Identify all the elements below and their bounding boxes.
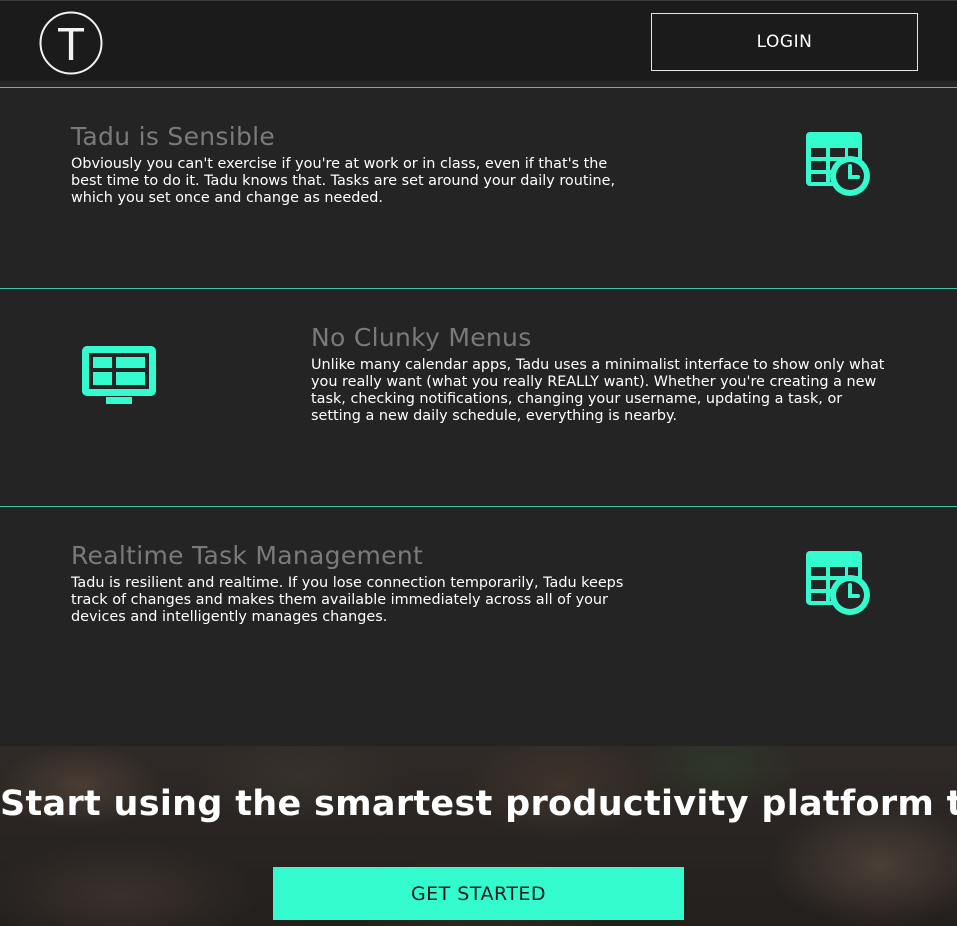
feature-description: Unlike many calendar apps, Tadu uses a m… xyxy=(311,357,885,424)
cta-hero-banner: Start using the smartest productivity pl… xyxy=(0,746,957,926)
feature-sensible: Tadu is Sensible Obviously you can't exe… xyxy=(0,87,957,288)
get-started-button[interactable]: GET STARTED xyxy=(273,867,684,920)
calendar-clock-icon xyxy=(806,551,870,615)
top-navigation-bar: T LOGIN xyxy=(0,0,957,81)
feature-no-clunky-menus: No Clunky Menus Unlike many calendar app… xyxy=(0,288,957,506)
feature-title: Tadu is Sensible xyxy=(71,122,276,151)
calendar-clock-icon xyxy=(806,132,870,196)
tadu-logo[interactable]: T xyxy=(39,11,103,75)
feature-title: Realtime Task Management xyxy=(71,541,424,570)
hero-title: Start using the smartest productivity pl… xyxy=(0,784,957,824)
login-button[interactable]: LOGIN xyxy=(651,13,918,71)
feature-realtime: Realtime Task Management Tadu is resilie… xyxy=(0,506,957,746)
feature-title: No Clunky Menus xyxy=(311,323,532,352)
feature-description: Obviously you can't exercise if you're a… xyxy=(71,156,616,206)
monitor-dashboard-icon xyxy=(82,346,156,404)
svg-text:T: T xyxy=(57,18,85,70)
feature-description: Tadu is resilient and realtime. If you l… xyxy=(71,575,624,625)
